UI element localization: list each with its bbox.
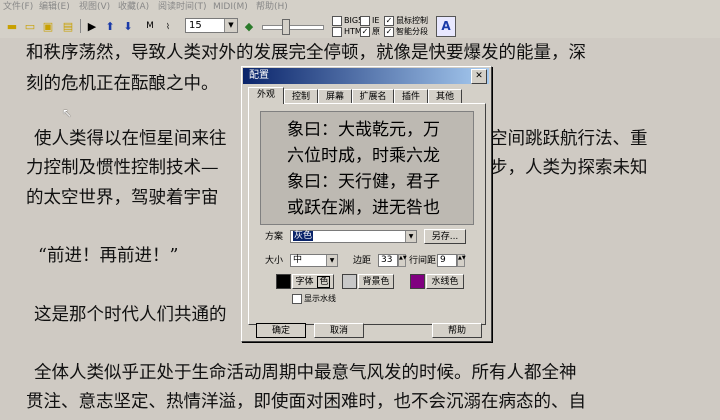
text-line: 这是那个时代人们共通的 <box>34 305 227 325</box>
menu-bar: 文件(F) 编辑(E) 视图(V) 收藏(A) 阅读时间(T) MIDI(M) … <box>0 0 720 14</box>
checkbox-smart-paragraph[interactable]: ✓ 智能分段 <box>384 27 428 37</box>
line-spacing-label: 行间距 <box>409 256 437 266</box>
checkbox-label: 智能分段 <box>396 27 428 36</box>
font-color-label: 字体 <box>295 277 314 287</box>
size-select[interactable]: 中 ▼ <box>290 254 338 267</box>
font-style-icon[interactable]: A <box>436 16 456 37</box>
text-line: 空间跳跃航行法、重 <box>490 129 648 149</box>
show-watermark-checkbox[interactable]: 显示水线 <box>292 294 336 304</box>
tab-plugins[interactable]: 插件 <box>394 89 428 104</box>
tab-control[interactable]: 控制 <box>284 89 318 104</box>
line-spacing-input[interactable]: 9 <box>437 254 457 267</box>
chevron-down-icon: ▼ <box>326 255 337 266</box>
save-as-button[interactable]: 另存... <box>424 229 466 244</box>
background-color-swatch[interactable] <box>342 274 357 289</box>
folder-icon[interactable]: ▭ <box>22 18 38 34</box>
text-line: 贯注、意志坚定、热情洋溢，即使面对困难时，也不会沉溺在病态的、自 <box>26 392 586 412</box>
margin-input[interactable]: 33 <box>378 254 398 267</box>
watermark-color-swatch[interactable] <box>410 274 425 289</box>
menu-reading-time[interactable]: 阅读时间(T) <box>158 1 207 13</box>
play-icon[interactable]: ▶ <box>84 18 100 34</box>
arrow-up-icon[interactable]: ⬆ <box>102 18 118 34</box>
menu-help[interactable]: 帮助(H) <box>256 1 288 13</box>
checkbox-big5[interactable]: BIG5 <box>332 16 363 26</box>
checkmark-icon: ✓ <box>360 27 370 37</box>
text-line: 使人类得以在恒星间来往 <box>34 129 227 149</box>
menu-midi[interactable]: MIDI(M) <box>213 1 248 13</box>
find-icon[interactable]: M <box>142 18 158 34</box>
tab-screen[interactable]: 屏幕 <box>318 89 352 104</box>
font-color-extra: 色 <box>317 276 331 288</box>
text-line: 步，人类为探索未知 <box>490 158 648 178</box>
chevron-down-icon: ▼ <box>405 231 416 242</box>
background-color-button[interactable]: 背景色 <box>358 274 394 289</box>
menu-favorites[interactable]: 收藏(A) <box>118 1 149 13</box>
checkbox-box <box>332 16 342 26</box>
tab-appearance[interactable]: 外观 <box>248 87 284 104</box>
checkbox-ie[interactable]: IE <box>360 16 379 26</box>
menu-view[interactable]: 视图(V) <box>79 1 110 13</box>
checkbox-mouse-control[interactable]: ✓ 鼠标控制 <box>384 16 428 26</box>
font-size-value: 15 <box>189 20 202 31</box>
toolbar: ▬ ▭ ▣ ▤ ▶ ⬆ ⬇ M ⌇ 15 ▼ ◆ BIG5 IE ✓ 鼠标控制 … <box>0 14 720 39</box>
favorites-folder-icon[interactable]: ▣ <box>40 18 56 34</box>
preview-line: 六位时成，时乘六龙 <box>287 146 440 166</box>
tab-extensions[interactable]: 扩展名 <box>352 89 394 104</box>
preview-line: 象曰：天行健，君子 <box>287 172 440 192</box>
bookmark-folder-icon[interactable]: ▤ <box>60 18 76 34</box>
checkbox-box <box>360 16 370 26</box>
line-spacing-spinner-icon[interactable]: ▲▼ <box>457 254 466 267</box>
checkbox-original[interactable]: ✓ 原 <box>360 27 380 37</box>
text-line: “前进！再前进！” <box>38 246 179 266</box>
cancel-button[interactable]: 取消 <box>314 323 364 338</box>
text-line: 力控制及惯性控制技术— <box>26 158 219 178</box>
tab-other[interactable]: 其他 <box>428 89 462 104</box>
scheme-label: 方案 <box>265 232 284 242</box>
checkbox-box <box>292 294 302 304</box>
text-preview: 象曰：大哉乾元，万 六位时成，时乘六龙 象曰：天行健，君子 或跃在渊，进无咎也 <box>260 111 474 225</box>
toolbar-separator <box>80 19 81 33</box>
checkbox-label: 鼠标控制 <box>396 16 428 25</box>
close-icon[interactable]: ✕ <box>471 69 487 84</box>
speed-slider-track[interactable] <box>262 25 324 30</box>
menu-file[interactable]: 文件(F) <box>3 1 33 13</box>
color-picker-icon[interactable]: ◆ <box>241 18 257 34</box>
text-line: 的太空世界，驾驶着宇宙 <box>26 188 219 208</box>
bookmark-icon[interactable]: ⌇ <box>160 18 176 34</box>
mouse-cursor-icon: ↖ <box>62 106 73 120</box>
ok-button[interactable]: 确定 <box>256 323 306 338</box>
chevron-down-icon: ▼ <box>224 19 237 32</box>
speed-slider-thumb[interactable] <box>282 19 290 35</box>
text-line: 刻的危机正在酝酿之中。 <box>26 74 219 94</box>
open-folder-icon[interactable]: ▬ <box>4 18 20 34</box>
watermark-color-button[interactable]: 水线色 <box>426 274 464 289</box>
font-size-select[interactable]: 15 ▼ <box>185 18 238 33</box>
size-value: 中 <box>293 255 303 265</box>
text-line: 全体人类似乎正处于生命活动周期中最意气风发的时候。所有人都全神 <box>34 363 577 383</box>
checkmark-icon: ✓ <box>384 16 394 26</box>
scheme-select[interactable]: 灰色 ▼ <box>290 230 417 243</box>
dialog-title: 配置 <box>249 70 269 81</box>
font-color-swatch[interactable] <box>276 274 291 289</box>
text-line: 和秩序荡然，导致人类对外的发展完全停顿，就像是快要爆发的能量，深 <box>26 43 586 63</box>
preview-line: 或跃在渊，进无咎也 <box>287 198 440 218</box>
arrow-down-icon[interactable]: ⬇ <box>120 18 136 34</box>
margin-label: 边距 <box>353 256 372 266</box>
help-button[interactable]: 帮助 <box>432 323 482 338</box>
show-watermark-label: 显示水线 <box>304 294 336 303</box>
size-label: 大小 <box>265 256 284 266</box>
checkmark-icon: ✓ <box>384 27 394 37</box>
dialog-titlebar[interactable]: 配置 ✕ <box>243 68 489 84</box>
dialog-tabs: 外观 控制 屏幕 扩展名 插件 其他 <box>248 87 484 104</box>
checkbox-label: 原 <box>372 27 380 36</box>
margin-spinner-icon[interactable]: ▲▼ <box>398 254 407 267</box>
font-color-button[interactable]: 字体 色 <box>292 274 334 289</box>
scheme-value: 灰色 <box>293 231 314 241</box>
checkbox-box <box>332 27 342 37</box>
menu-edit[interactable]: 编辑(E) <box>39 1 70 13</box>
preview-line: 象曰：大哉乾元，万 <box>287 120 440 140</box>
checkbox-label: IE <box>372 16 380 25</box>
config-dialog: 配置 ✕ 外观 控制 屏幕 扩展名 插件 其他 象曰：大哉乾元，万 六位时成，时… <box>241 66 492 342</box>
